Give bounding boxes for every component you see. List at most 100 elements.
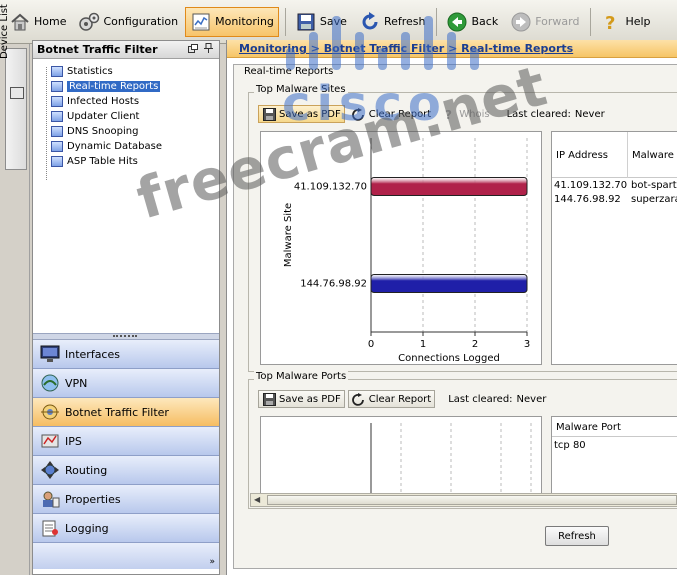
clear-report-icon <box>351 107 366 121</box>
whois-label: Whois <box>459 108 490 120</box>
toolbar-separator <box>436 7 438 36</box>
refresh-icon <box>359 11 381 33</box>
question-icon: ? <box>442 108 456 121</box>
column-ip-address[interactable]: IP Address <box>552 132 628 178</box>
malware-ports-table: Malware Port tcp 80 <box>551 416 677 498</box>
nav-routing[interactable]: Routing <box>33 456 219 485</box>
floppy-save-icon <box>295 11 317 33</box>
nav-botnet-traffic-filter[interactable]: Botnet Traffic Filter <box>33 398 219 427</box>
forward-button[interactable]: Forward <box>505 7 584 37</box>
nav-logging[interactable]: Logging <box>33 514 219 543</box>
clear-report-button[interactable]: Clear Report <box>347 390 436 408</box>
nav-vpn[interactable]: VPN <box>33 369 219 398</box>
chevron-double-down-icon[interactable]: » <box>209 557 215 567</box>
tree-item-statistics[interactable]: Statistics <box>51 64 219 79</box>
last-cleared-value: Never <box>574 108 605 120</box>
home-label: Home <box>34 15 67 28</box>
top-malware-ports-title: Top Malware Ports <box>254 371 349 382</box>
clear-report-button[interactable]: Clear Report <box>348 105 435 123</box>
save-as-pdf-label: Save as PDF <box>279 108 341 120</box>
refresh-label: Refresh <box>383 15 426 28</box>
malware-sites-bar-chart: 0 1 2 3 41.109.132.70 144.76.98.92 Connections… <box>283 138 530 364</box>
real-time-reports-pane: Real-time Reports Top Malware Sites Save… <box>233 64 677 569</box>
report-icon <box>51 126 63 137</box>
tree-item-dns-snooping[interactable]: DNS Snooping <box>51 124 219 139</box>
nav-label: Logging <box>65 521 109 535</box>
last-cleared-label: Last cleared: <box>506 108 571 120</box>
svg-text:?: ? <box>445 108 452 121</box>
report-icon <box>51 141 63 152</box>
nav-interfaces[interactable]: Interfaces <box>33 340 219 369</box>
save-label: Save <box>319 15 347 28</box>
home-icon <box>9 11 31 33</box>
monitoring-button[interactable]: Monitoring <box>185 6 279 37</box>
clear-report-icon <box>351 392 366 406</box>
save-as-pdf-button[interactable]: Save as PDF <box>258 390 345 408</box>
nav-ips[interactable]: IPS <box>33 427 219 456</box>
last-cleared-value: Never <box>516 393 547 405</box>
ip-address-cell: 41.109.132.70 <box>554 180 628 191</box>
back-button[interactable]: Back <box>441 7 503 37</box>
nav-label: Botnet Traffic Filter <box>65 405 169 419</box>
refresh-button[interactable]: Refresh <box>545 526 609 546</box>
scroll-left-icon[interactable]: ◀ <box>254 495 260 504</box>
device-list-strip: Device List <box>0 4 30 575</box>
tree-item-infected-hosts[interactable]: Infected Hosts <box>51 94 219 109</box>
column-malware[interactable]: Malware <box>628 132 677 178</box>
x-tick-label: 2 <box>472 339 478 350</box>
tree-item-label: Dynamic Database <box>67 141 162 152</box>
table-header: Malware Port <box>552 417 677 437</box>
forward-label: Forward <box>535 15 580 28</box>
home-button[interactable]: Home <box>4 7 71 37</box>
top-ports-toolbar: Save as PDF Clear Report Last cleared: N… <box>258 389 546 409</box>
last-cleared-label: Last cleared: <box>448 393 513 405</box>
device-list-label: Device List <box>0 4 10 59</box>
tree-item-updater-client[interactable]: Updater Client <box>51 109 219 124</box>
monitoring-icon <box>190 11 212 33</box>
nav-label: Properties <box>65 492 121 506</box>
malware-sites-table: IP Address Malware 41.109.132.70 bot-spa… <box>551 131 677 365</box>
pin-panel-icon[interactable] <box>204 43 213 56</box>
horizontal-scrollbar[interactable]: ◀ <box>250 493 677 507</box>
top-malware-sites-chart: 0 1 2 3 41.109.132.70 144.76.98.92 Connections… <box>260 131 542 365</box>
nav-label: Interfaces <box>65 347 120 361</box>
left-panel-title: Botnet Traffic Filter <box>37 43 158 56</box>
malware-port-cell: tcp 80 <box>554 440 586 451</box>
table-row[interactable]: 144.76.98.92 superzara <box>552 193 677 208</box>
table-row[interactable]: tcp 80 <box>552 439 677 454</box>
help-button[interactable]: ? Help <box>595 7 655 37</box>
float-panel-icon[interactable] <box>188 43 198 56</box>
report-icon <box>51 156 63 167</box>
tree-item-real-time-reports[interactable]: Real-time Reports <box>51 79 219 94</box>
malware-cell: superzara <box>631 194 677 205</box>
toolbar-separator <box>590 7 592 36</box>
device-list-tab[interactable]: Device List <box>0 4 27 170</box>
tree-item-label: DNS Snooping <box>67 126 139 137</box>
breadcrumb[interactable]: Monitoring > Botnet Traffic Filter > Rea… <box>227 40 677 58</box>
table-row[interactable]: 41.109.132.70 bot-sparta <box>552 179 677 194</box>
nav-label: Routing <box>65 463 108 477</box>
tree-item-asp-table-hits[interactable]: ASP Table Hits <box>51 154 219 169</box>
nav-properties[interactable]: Properties <box>33 485 219 514</box>
panel-splitter[interactable] <box>33 333 219 340</box>
column-malware-port[interactable]: Malware Port <box>552 417 677 437</box>
toolbar-separator <box>284 7 286 36</box>
nav-label: VPN <box>65 376 88 390</box>
refresh-toolbar-button[interactable]: Refresh <box>354 7 431 37</box>
tree-item-label: Real-time Reports <box>67 81 161 92</box>
tree-item-dynamic-database[interactable]: Dynamic Database <box>51 139 219 154</box>
malware-cell: bot-sparta <box>631 180 677 191</box>
main-content-panel: Monitoring > Botnet Traffic Filter > Rea… <box>226 40 677 575</box>
configuration-button[interactable]: Configuration <box>73 7 183 37</box>
x-tick-label: 3 <box>524 339 530 350</box>
scrollbar-thumb[interactable] <box>267 495 677 505</box>
save-as-pdf-button[interactable]: Save as PDF <box>258 105 345 123</box>
top-malware-sites-title: Top Malware Sites <box>254 84 348 95</box>
nav-label: IPS <box>65 434 82 448</box>
save-as-pdf-label: Save as PDF <box>279 393 341 405</box>
floppy-save-icon <box>262 392 276 406</box>
save-button[interactable]: Save <box>290 7 352 37</box>
x-tick-label: 0 <box>368 339 374 350</box>
whois-button[interactable]: ? Whois <box>438 105 493 123</box>
back-arrow-icon <box>446 11 468 33</box>
